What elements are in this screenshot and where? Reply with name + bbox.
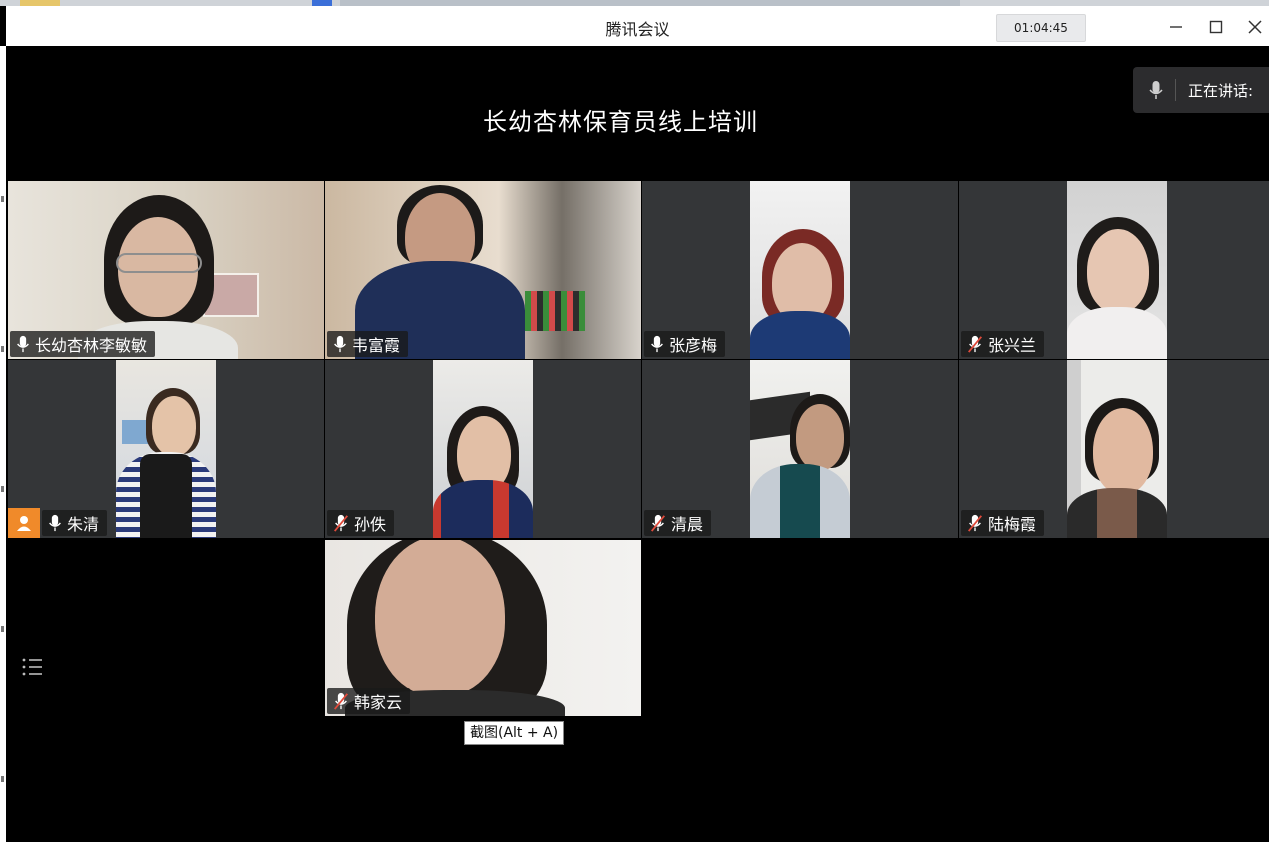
participant-video: [433, 360, 533, 538]
mic-muted-icon: [968, 335, 982, 353]
minimize-icon: [1170, 26, 1182, 28]
video-tile[interactable]: 陆梅霞: [959, 360, 1269, 538]
participant-video: [116, 360, 216, 538]
host-badge: [8, 508, 40, 538]
participant-nametag: 朱清: [42, 510, 108, 536]
video-tile[interactable]: 朱清: [8, 360, 324, 538]
participant-nametag: 张兴兰: [961, 331, 1045, 357]
participant-video: [750, 181, 850, 359]
minimize-button[interactable]: [1161, 14, 1191, 40]
participant-nametag: 长幼杏林李敏敏: [10, 331, 156, 357]
screenshot-tooltip: 截图(Alt + A): [464, 721, 565, 745]
window-titlebar: 腾讯会议 01:04:45: [6, 6, 1269, 46]
close-button[interactable]: [1240, 14, 1269, 40]
participant-nametag: 清晨: [644, 510, 712, 536]
video-tile[interactable]: 张彦梅: [642, 181, 958, 359]
participant-name: 清晨: [671, 515, 704, 534]
meeting-main-area: 长幼杏林保育员线上培训 正在讲话: 长幼杏林李敏敏 韦富霞 张彦梅 张兴兰 朱清…: [6, 46, 1269, 842]
participant-name: 韩家云: [354, 693, 403, 712]
participant-name: 韦富霞: [352, 336, 401, 355]
video-tile[interactable]: 张兴兰: [959, 181, 1269, 359]
video-tile[interactable]: 孙佚: [325, 360, 641, 538]
maximize-icon: [1209, 20, 1223, 34]
participant-name: 陆梅霞: [988, 515, 1037, 534]
mic-muted-icon: [334, 514, 348, 532]
mic-icon: [17, 335, 29, 353]
video-tile[interactable]: 清晨: [642, 360, 958, 538]
participant-nametag: 张彦梅: [644, 331, 726, 357]
participant-video: [1067, 360, 1167, 538]
participant-name: 孙佚: [354, 515, 387, 534]
participant-nametag: 韩家云: [327, 688, 411, 714]
mic-icon: [334, 335, 346, 353]
participant-nametag: 陆梅霞: [961, 510, 1045, 536]
participant-name: 长幼杏林李敏敏: [35, 336, 148, 355]
participant-video: [750, 360, 850, 538]
speaking-label: 正在讲话:: [1188, 81, 1254, 100]
video-tile[interactable]: 韦富霞: [325, 181, 641, 359]
maximize-button[interactable]: [1201, 14, 1231, 40]
list-icon: [22, 658, 42, 676]
mic-muted-icon: [968, 514, 982, 532]
participant-nametag: 孙佚: [327, 510, 395, 536]
participant-nametag: 韦富霞: [327, 331, 409, 357]
participant-video: [1067, 181, 1167, 359]
participant-name: 朱清: [67, 515, 100, 534]
participant-name: 张彦梅: [669, 336, 718, 355]
mic-icon: [651, 335, 663, 353]
mic-icon: [1149, 81, 1163, 99]
participant-name: 张兴兰: [988, 336, 1037, 355]
host-user-icon: [17, 516, 31, 531]
video-tile[interactable]: 长幼杏林李敏敏: [8, 181, 324, 359]
speaking-indicator[interactable]: 正在讲话:: [1133, 67, 1269, 113]
close-icon: [1248, 20, 1262, 34]
video-tile[interactable]: 韩家云: [325, 540, 641, 716]
mic-muted-icon: [651, 514, 665, 532]
mic-muted-icon: [334, 692, 348, 710]
participant-list-button[interactable]: [20, 654, 46, 680]
meeting-title: 长幼杏林保育员线上培训: [483, 108, 758, 136]
mic-icon: [49, 514, 61, 532]
meeting-timer: 01:04:45: [996, 14, 1086, 42]
